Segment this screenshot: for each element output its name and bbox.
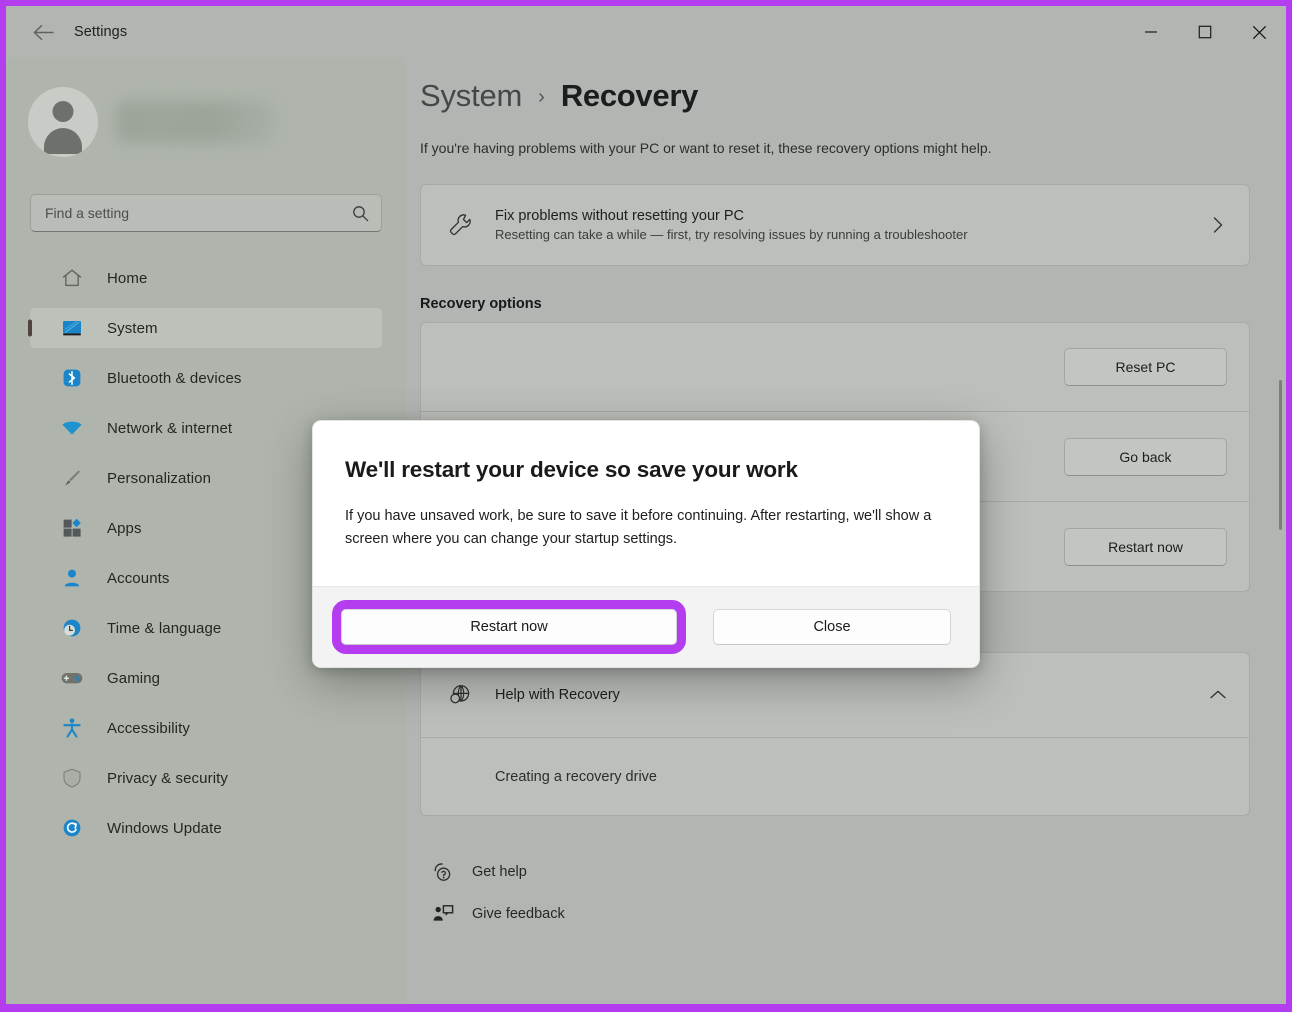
window-title: Settings (74, 24, 128, 40)
wifi-icon (60, 416, 84, 440)
recovery-options-heading: Recovery options (420, 296, 542, 312)
dialog-content: We'll restart your device so save your w… (313, 421, 979, 586)
sidebar-item-label: Apps (107, 519, 142, 537)
creating-recovery-drive-row[interactable]: Creating a recovery drive (421, 737, 1249, 815)
maximize-button[interactable] (1178, 6, 1232, 58)
dialog-close-slot: Close (695, 608, 951, 645)
apps-grid-icon (60, 516, 84, 540)
sidebar-item-label: System (107, 319, 158, 337)
fix-problems-title: Fix problems without resetting your PC (495, 208, 745, 224)
minimize-button[interactable] (1124, 6, 1178, 58)
dialog-footer: Restart now Close (313, 585, 979, 667)
settings-window: Settings Find a setting Home System Blue… (6, 6, 1286, 1004)
question-help-icon (430, 861, 456, 883)
content-scrollbar[interactable] (1274, 58, 1284, 1004)
account-name (116, 101, 276, 143)
sidebar-item-label: Privacy & security (107, 769, 228, 787)
scrollbar-thumb[interactable] (1279, 379, 1282, 530)
update-refresh-icon (60, 816, 84, 840)
page-description: If you're having problems with your PC o… (420, 140, 992, 156)
bluetooth-icon (60, 366, 84, 390)
breadcrumb-separator-icon: › (538, 86, 545, 108)
reset-pc-button[interactable]: Reset PC (1064, 348, 1227, 386)
recovery-option-row: Reset PC (420, 322, 1250, 412)
clock-globe-icon (60, 616, 84, 640)
chevron-up-icon[interactable] (1209, 689, 1227, 701)
person-icon (60, 566, 84, 590)
sidebar-item-label: Network & internet (107, 419, 233, 437)
avatar (28, 87, 98, 157)
creating-recovery-drive-label: Creating a recovery drive (495, 768, 657, 785)
annotation-frame: Settings Find a setting Home System Blue… (0, 0, 1292, 1012)
sidebar-item-label: Accessibility (107, 719, 190, 737)
system-monitor-icon (60, 316, 84, 340)
go-back-button[interactable]: Go back (1064, 437, 1227, 476)
window-body: Home System (6, 58, 1286, 1004)
sidebar-item-label: Gaming (107, 669, 161, 687)
sidebar-item-windows-update[interactable]: Windows Update (30, 808, 382, 848)
wrench-icon (443, 211, 477, 239)
get-help-link[interactable]: Get help (430, 852, 1250, 892)
accessibility-icon (60, 716, 84, 740)
feedback-icon (430, 903, 456, 925)
fix-problems-subtitle: Resetting can take a while — first, try … (495, 227, 968, 242)
fix-problems-card[interactable]: Fix problems without resetting your PC R… (420, 184, 1250, 266)
dialog-title: We'll restart your device so save your w… (345, 457, 798, 482)
sidebar-item-accessibility[interactable]: Accessibility (30, 708, 382, 748)
dialog-restart-now-button[interactable]: Restart now (332, 599, 686, 654)
window-titlebar: Settings (6, 6, 1286, 58)
page-title: Recovery (560, 78, 699, 113)
sidebar-item-bluetooth-devices[interactable]: Bluetooth & devices (30, 358, 382, 398)
give-feedback-label: Give feedback (472, 906, 565, 922)
search-input[interactable] (45, 205, 352, 221)
home-icon (60, 266, 84, 290)
sidebar-item-label: Personalization (107, 469, 212, 487)
restart-confirmation-dialog: We'll restart your device so save your w… (312, 420, 980, 668)
sidebar-item-home[interactable]: Home (30, 258, 382, 298)
breadcrumb-parent[interactable]: System (420, 78, 522, 114)
account-block[interactable] (6, 64, 406, 168)
shield-icon (60, 766, 84, 790)
advanced-restart-now-button[interactable]: Restart now (1064, 527, 1227, 566)
search-icon (352, 205, 369, 222)
dialog-close-button[interactable]: Close (713, 608, 951, 645)
sidebar-item-label: Time & language (107, 619, 222, 637)
sidebar-item-system[interactable]: System (30, 308, 382, 348)
get-help-label: Get help (472, 864, 527, 880)
help-with-recovery-label: Help with Recovery (495, 687, 620, 703)
footer-links: Get help Give feedback (430, 852, 1250, 934)
breadcrumb: System › Recovery (420, 58, 1250, 114)
close-button[interactable] (1232, 6, 1286, 58)
gamepad-icon (60, 666, 84, 690)
sidebar-item-label: Accounts (107, 569, 170, 587)
dialog-body: If you have unsaved work, be sure to sav… (345, 508, 932, 548)
window-controls (1124, 6, 1286, 58)
back-button[interactable] (22, 13, 64, 51)
give-feedback-link[interactable]: Give feedback (430, 894, 1250, 934)
sidebar-item-label: Windows Update (107, 819, 222, 837)
sidebar-item-label: Home (107, 269, 148, 287)
sidebar-item-privacy-security[interactable]: Privacy & security (30, 758, 382, 798)
globe-help-icon (443, 681, 477, 709)
related-support-card: Help with Recovery Creating a recovery d… (420, 652, 1250, 816)
sidebar-item-label: Bluetooth & devices (107, 369, 242, 387)
search-box[interactable] (30, 194, 382, 232)
paintbrush-icon (60, 466, 84, 490)
chevron-right-icon[interactable] (1211, 215, 1225, 235)
